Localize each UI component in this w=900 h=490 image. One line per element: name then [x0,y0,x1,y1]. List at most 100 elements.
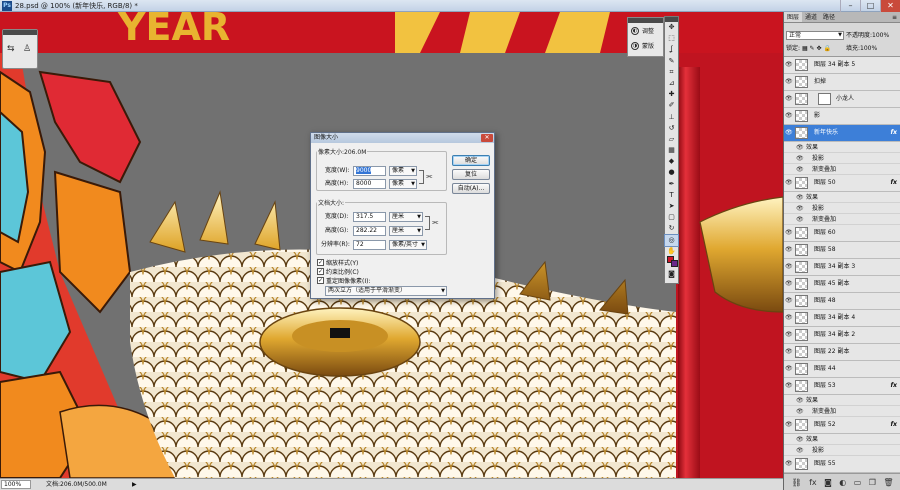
layer-row[interactable]: 👁 图层 55 [784,456,900,473]
visibility-eye-icon[interactable]: 👁 [785,310,793,326]
ok-button[interactable]: 确定 [452,155,490,166]
visibility-eye-icon[interactable]: 👁 [796,214,804,225]
layer-row[interactable]: 👁 图层 53 fx [784,378,900,395]
move-tool-icon[interactable]: ✥ [665,22,678,33]
eraser-tool-icon[interactable]: ▱ [665,134,678,145]
visibility-eye-icon[interactable]: 👁 [796,445,804,456]
effect-item[interactable]: 👁 渐变叠加 [784,406,900,417]
doc-width-input[interactable]: 317.5 [353,212,386,222]
dodge-tool-icon[interactable]: ● [665,167,678,178]
layer-row[interactable]: 👁 新年快乐 fx [784,125,900,142]
tab-paths[interactable]: 路径 [820,12,838,22]
background-color-swatch[interactable] [671,260,678,267]
layer-row[interactable]: 👁 图层 60 [784,225,900,242]
layer-effects-icon[interactable]: fx [891,125,897,141]
doc-height-unit-select[interactable]: 厘米 ▼ [389,226,423,236]
doc-width-unit-select[interactable]: 厘米 ▼ [389,212,423,222]
tab-channels[interactable]: 通道 [802,12,820,22]
layer-style-icon[interactable]: fx [809,478,817,487]
clone-stamp-tool-icon[interactable]: ⊥ [665,112,678,123]
gradient-tool-icon[interactable]: ▦ [665,145,678,156]
visibility-eye-icon[interactable]: 👁 [785,108,793,124]
pixel-width-input[interactable]: 9000 [353,166,386,176]
layer-row[interactable]: 👁 小龙人 [784,91,900,108]
pixel-height-input[interactable]: 8000 [353,179,386,189]
minimize-button[interactable]: – [840,0,860,12]
visibility-eye-icon[interactable]: 👁 [785,242,793,258]
brush-settings-icon[interactable]: ⇆ [7,44,15,54]
visibility-eye-icon[interactable]: 👁 [796,164,804,175]
adjustments-panel-button[interactable]: ◐ 调整 [628,23,663,38]
layer-row[interactable]: 👁 图层 22 副本 [784,344,900,361]
layer-row[interactable]: 👁 图层 34 副本 2 [784,327,900,344]
visibility-eye-icon[interactable]: 👁 [796,395,804,406]
effect-item[interactable]: 👁 投影 [784,445,900,456]
panel-menu-icon[interactable]: ≡ [892,12,900,22]
close-button[interactable]: ✕ [880,0,900,12]
visibility-eye-icon[interactable]: 👁 [785,91,793,107]
visibility-eye-icon[interactable]: 👁 [785,361,793,377]
type-tool-icon[interactable]: T [665,190,678,201]
path-select-tool-icon[interactable]: ➤ [665,201,678,212]
effect-item[interactable]: 👁 渐变叠加 [784,164,900,175]
visibility-eye-icon[interactable]: 👁 [785,378,793,394]
eyedropper-tool-icon[interactable]: ⊿ [665,78,678,89]
layer-effects-icon[interactable]: fx [891,378,897,394]
maximize-button[interactable]: □ [860,0,880,12]
visibility-eye-icon[interactable]: 👁 [785,456,793,472]
dialog-close-button[interactable]: ✕ [481,134,493,142]
resolution-unit-select[interactable]: 像素/英寸 ▼ [389,240,427,250]
reset-button[interactable]: 复位 [452,169,490,180]
visibility-eye-icon[interactable]: 👁 [785,293,793,309]
layer-row[interactable]: 👁 图层 58 [784,242,900,259]
visibility-eye-icon[interactable]: 👁 [796,153,804,164]
visibility-eye-icon[interactable]: 👁 [796,142,804,153]
blur-tool-icon[interactable]: ◆ [665,156,678,167]
effects-row[interactable]: 👁 效果 [784,395,900,406]
visibility-eye-icon[interactable]: 👁 [785,74,793,90]
lock-transparency-icon[interactable]: ▦ [802,45,808,52]
effects-row[interactable]: 👁 效果 [784,192,900,203]
marquee-tool-icon[interactable]: ⬚ [665,33,678,44]
opacity-control[interactable]: 不透明度:100% [846,31,889,40]
layer-row[interactable]: 👁 图层 34 副本 4 [784,310,900,327]
layer-row[interactable]: 👁 图层 34 副本 3 [784,259,900,276]
brush-tool-icon[interactable]: ✐ [665,100,678,111]
effects-row[interactable]: 👁 效果 [784,434,900,445]
healing-brush-tool-icon[interactable]: ✚ [665,89,678,100]
fill-control[interactable]: 填充:100% [846,44,877,53]
pixel-width-unit-select[interactable]: 像素 ▼ [389,166,417,176]
layer-row[interactable]: 👁 扣掉 [784,74,900,91]
visibility-eye-icon[interactable]: 👁 [785,344,793,360]
effect-item[interactable]: 👁 投影 [784,203,900,214]
layer-row[interactable]: 👁 图层 52 fx [784,417,900,434]
clone-source-icon[interactable]: ♙ [23,44,31,54]
pixel-height-unit-select[interactable]: 像素 ▼ [389,179,417,189]
layer-row[interactable]: 👁 图层 44 [784,361,900,378]
opacity-value[interactable]: 100% [872,32,889,39]
doc-height-input[interactable]: 282.22 [353,226,386,236]
resample-method-select[interactable]: 两次立方（适用于平滑渐变） ▼ [325,286,447,296]
layer-mask-thumbnail[interactable] [818,93,831,105]
lock-pixels-icon[interactable]: ✎ [810,45,815,52]
visibility-eye-icon[interactable]: 👁 [785,259,793,275]
crop-tool-icon[interactable]: ⌗ [665,67,678,78]
layer-row[interactable]: 👁 影 [784,108,900,125]
new-group-icon[interactable]: ▭ [854,478,862,487]
status-menu-arrow-icon[interactable]: ▶ [132,479,137,490]
3d-rotate-tool-icon[interactable]: ↻ [665,223,678,234]
scale-styles-checkbox[interactable]: ✓ 缩放样式(Y) [317,258,358,267]
pen-tool-icon[interactable]: ✒ [665,179,678,190]
visibility-eye-icon[interactable]: 👁 [796,406,804,417]
fill-value[interactable]: 100% [860,45,877,52]
visibility-eye-icon[interactable]: 👁 [796,192,804,203]
visibility-eye-icon[interactable]: 👁 [785,327,793,343]
layer-row[interactable]: 👁 图层 50 fx [784,175,900,192]
panel-grip[interactable] [3,30,37,35]
visibility-eye-icon[interactable]: 👁 [785,57,793,73]
layer-effects-icon[interactable]: fx [891,175,897,191]
masks-panel-button[interactable]: ◑ 蒙版 [628,38,663,53]
add-mask-icon[interactable]: ◙ [824,478,832,487]
new-layer-icon[interactable]: ❐ [869,478,876,487]
3d-orbit-tool-icon[interactable]: ◎ [664,233,679,247]
